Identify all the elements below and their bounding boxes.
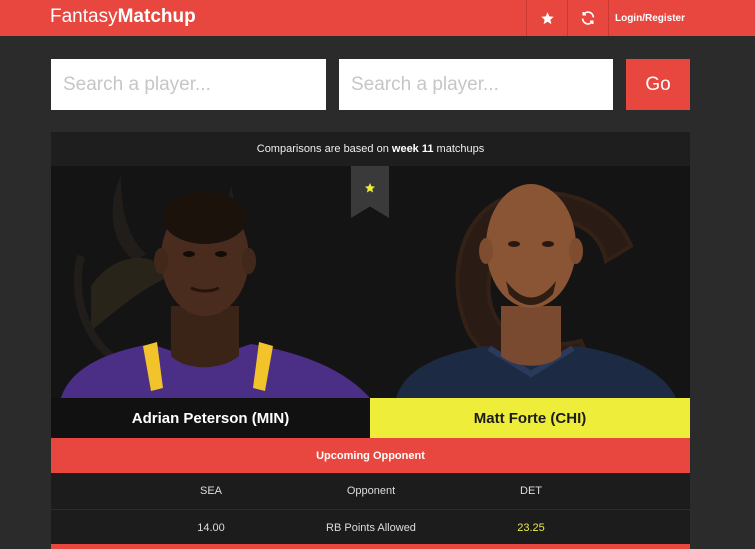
brand-bold: Matchup (117, 6, 196, 27)
player2-name: Matt Forte (CHI) (370, 398, 690, 438)
refresh-icon (581, 11, 595, 25)
week-number: week 11 (391, 143, 434, 155)
login-register-link[interactable]: Login/Register (608, 0, 691, 36)
refresh-button[interactable] (567, 0, 608, 36)
top-nav-bar: FantasyMatchup Login/Register (0, 0, 755, 36)
week-note: Comparisons are based on week 11 matchup… (51, 132, 690, 166)
player1-search-input[interactable] (51, 59, 326, 110)
player1-value: SEA (199, 485, 222, 497)
player2-value: DET (520, 485, 542, 497)
section-title: Upcoming Opponent (51, 438, 690, 473)
week-note-suffix: matchups (433, 143, 485, 155)
stat-label: Opponent (346, 485, 396, 497)
go-button[interactable]: Go (626, 59, 690, 110)
favorite-matchup-button[interactable] (351, 166, 389, 218)
brand-light: Fantasy (50, 6, 118, 27)
player-photos (51, 166, 690, 398)
player1-value: 14.00 (197, 522, 225, 534)
player2-value: 23.25 (517, 522, 545, 534)
next-section-strip (51, 544, 690, 549)
player1-name: Adrian Peterson (MIN) (51, 398, 370, 438)
week-note-prefix: Comparisons are based on (256, 143, 392, 155)
stat-label: RB Points Allowed (326, 522, 416, 534)
comparison-panel: Comparisons are based on week 11 matchup… (51, 132, 690, 549)
stat-row: 14.00 RB Points Allowed 23.25 (51, 510, 690, 547)
stat-row: SEA Opponent DET (51, 473, 690, 510)
player2-photo (371, 166, 690, 398)
player2-search-input[interactable] (339, 59, 613, 110)
star-icon (365, 183, 375, 193)
brand-logo[interactable]: FantasyMatchup (50, 5, 196, 29)
player1-photo (51, 166, 370, 398)
favorites-button[interactable] (526, 0, 567, 36)
star-icon (540, 11, 554, 24)
